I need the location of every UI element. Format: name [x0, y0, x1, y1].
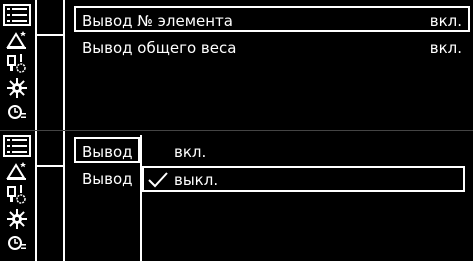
scale-star-icon[interactable] [3, 29, 31, 51]
option-off[interactable]: выкл. [142, 166, 465, 192]
row-label: Вывод № элемента [82, 12, 233, 30]
sidebar [0, 0, 35, 130]
row-label: Вывод общего веса [82, 39, 237, 57]
menu-row-output[interactable]: Вывод [74, 137, 140, 163]
timer-icon[interactable] [3, 101, 31, 123]
row-value: вкл. [429, 39, 462, 57]
weights-icon[interactable] [3, 53, 31, 75]
tree-connector [35, 165, 63, 167]
timer-icon[interactable] [3, 232, 31, 254]
option-on[interactable]: вкл. [142, 140, 465, 166]
top-panel: Вывод № элемента вкл. Вывод общего веса … [0, 0, 473, 130]
menu-row-item-number[interactable]: Вывод № элемента вкл. [74, 6, 470, 32]
tree-connector [35, 34, 63, 36]
row-label: Вывод [82, 170, 133, 188]
menu-row-output[interactable]: Вывод [74, 166, 140, 192]
option-label: выкл. [174, 171, 219, 189]
separator-line [35, 0, 37, 130]
weights-icon[interactable] [3, 184, 31, 206]
settings-gear-icon[interactable] [3, 208, 31, 230]
sidebar [0, 131, 35, 261]
option-label: вкл. [174, 143, 207, 161]
row-label: Вывод [82, 143, 133, 161]
scale-star-icon[interactable] [3, 160, 31, 182]
list-icon[interactable] [3, 4, 31, 26]
checkmark-icon [148, 171, 168, 195]
separator-line [35, 131, 37, 261]
settings-gear-icon[interactable] [3, 77, 31, 99]
bottom-panel: Вывод Вывод вкл. выкл. [0, 131, 473, 261]
menu-row-total-weight[interactable]: Вывод общего веса вкл. [74, 35, 470, 61]
row-value: вкл. [429, 12, 462, 30]
list-icon[interactable] [3, 135, 31, 157]
separator-line [63, 131, 65, 261]
separator-line [63, 0, 65, 130]
